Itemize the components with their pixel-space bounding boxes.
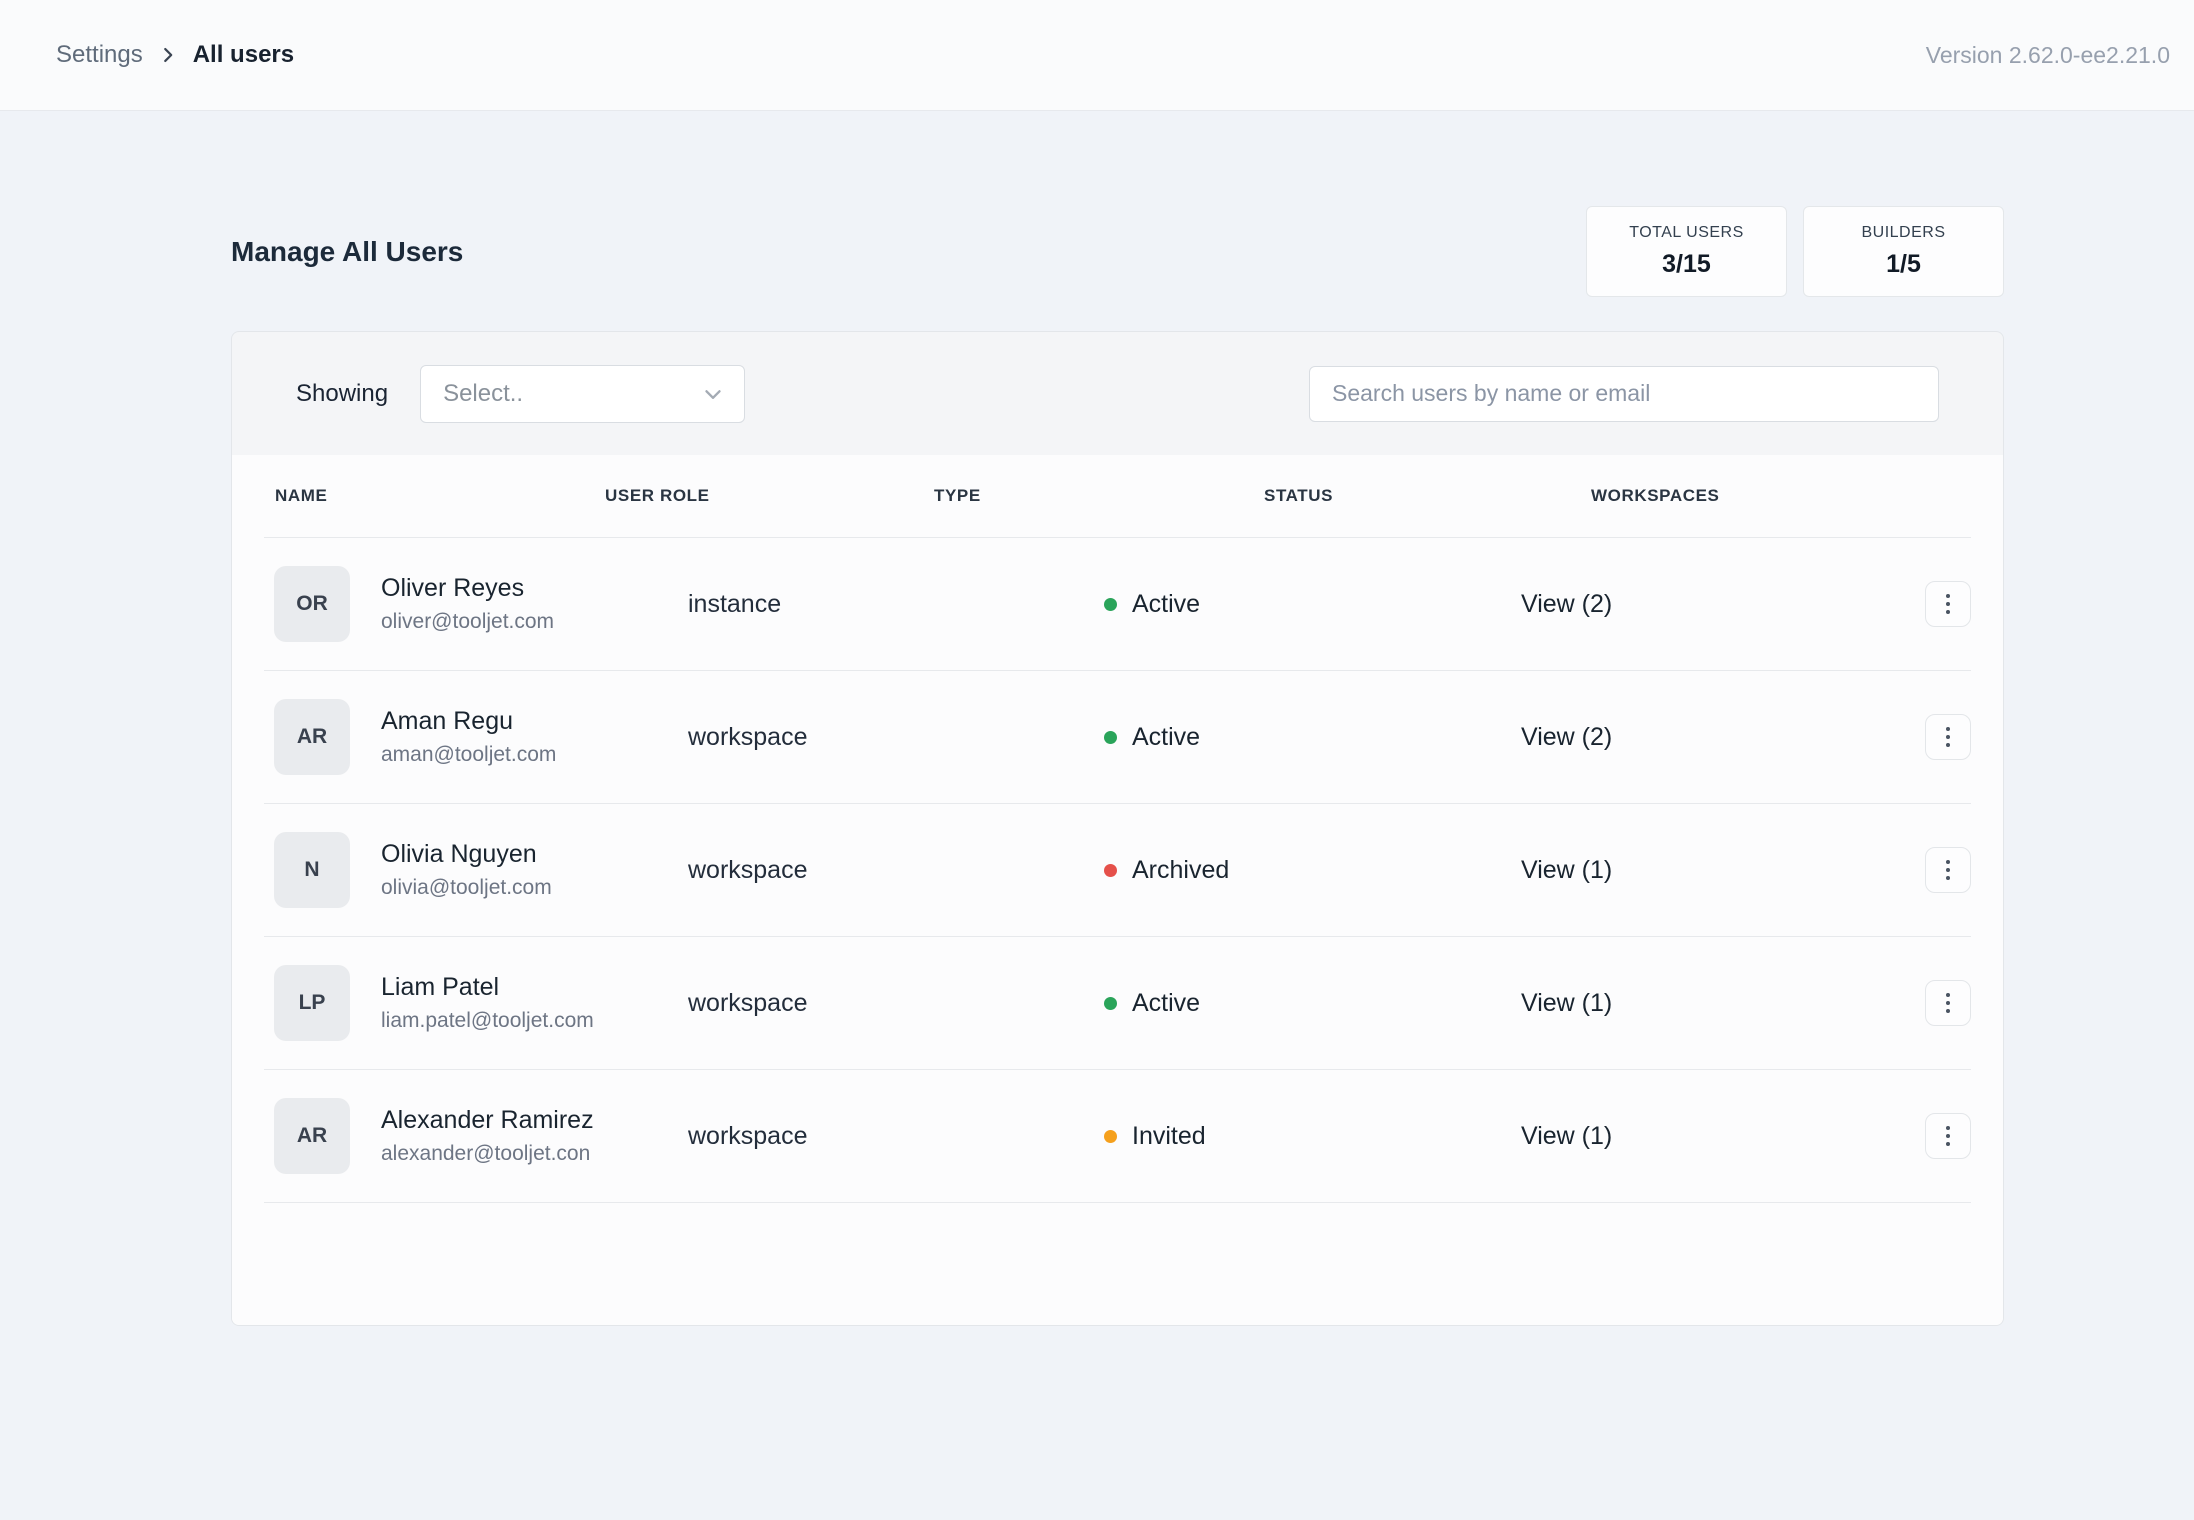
user-name: Aman Regu: [381, 707, 556, 736]
search-input[interactable]: [1309, 366, 1939, 422]
user-role-cell: workspace: [688, 1122, 1104, 1151]
name-block: Oliver Reyes oliver@tooljet.com: [381, 574, 554, 634]
name-block: Olivia Nguyen olivia@tooljet.com: [381, 840, 552, 900]
user-rows: OR Oliver Reyes oliver@tooljet.com insta…: [264, 538, 1971, 1203]
actions-cell: [1925, 581, 1971, 627]
column-header-status: STATUS: [1264, 486, 1333, 506]
showing-label: Showing: [296, 380, 388, 408]
status-badge: Active: [1132, 723, 1200, 752]
user-email: alexander@tooljet.con: [381, 1142, 594, 1166]
status-dot-icon: [1104, 997, 1117, 1010]
status-cell: Invited: [1104, 1122, 1521, 1151]
avatar: OR: [274, 566, 350, 642]
version-label: Version 2.62.0-ee2.21.0: [1926, 42, 2170, 69]
workspaces-view-link[interactable]: View (1): [1521, 989, 1925, 1018]
status-badge: Invited: [1132, 1122, 1206, 1151]
user-role-cell: instance: [688, 590, 1104, 619]
column-header-type: TYPE: [934, 486, 981, 506]
user-name: Liam Patel: [381, 973, 594, 1002]
status-badge: Active: [1132, 989, 1200, 1018]
table-row: AR Alexander Ramirez alexander@tooljet.c…: [264, 1070, 1971, 1203]
breadcrumb: Settings All users: [56, 41, 294, 69]
breadcrumb-current: All users: [193, 41, 294, 69]
user-name: Oliver Reyes: [381, 574, 554, 603]
status-cell: Archived: [1104, 856, 1521, 885]
builders-label: BUILDERS: [1861, 224, 1945, 242]
kebab-menu-button[interactable]: [1925, 1113, 1971, 1159]
builders-card: BUILDERS 1/5: [1803, 206, 2004, 297]
kebab-menu-button[interactable]: [1925, 581, 1971, 627]
column-header-user-role: USER ROLE: [605, 486, 710, 506]
total-users-card: TOTAL USERS 3/15: [1586, 206, 1787, 297]
total-users-label: TOTAL USERS: [1629, 224, 1744, 242]
workspaces-view-link[interactable]: View (2): [1521, 723, 1925, 752]
user-name-cell: LP Liam Patel liam.patel@tooljet.com: [264, 965, 688, 1041]
table-row: N Olivia Nguyen olivia@tooljet.com works…: [264, 804, 1971, 937]
column-header-name: NAME: [275, 486, 327, 506]
user-name-cell: N Olivia Nguyen olivia@tooljet.com: [264, 832, 688, 908]
table-row: AR Aman Regu aman@tooljet.com workspace …: [264, 671, 1971, 804]
status-dot-icon: [1104, 864, 1117, 877]
user-email: olivia@tooljet.com: [381, 876, 552, 900]
page-title: Manage All Users: [231, 236, 463, 268]
user-email: liam.patel@tooljet.com: [381, 1009, 594, 1033]
status-badge: Archived: [1132, 856, 1229, 885]
table-row: LP Liam Patel liam.patel@tooljet.com wor…: [264, 937, 1971, 1070]
user-name: Alexander Ramirez: [381, 1106, 594, 1135]
status-cell: Active: [1104, 590, 1521, 619]
filter-row: Showing Select..: [232, 332, 2003, 455]
workspaces-view-link[interactable]: View (1): [1521, 1122, 1925, 1151]
user-role-cell: workspace: [688, 856, 1104, 885]
actions-cell: [1925, 980, 1971, 1026]
user-role-cell: workspace: [688, 723, 1104, 752]
kebab-menu-button[interactable]: [1925, 847, 1971, 893]
actions-cell: [1925, 1113, 1971, 1159]
column-header-workspaces: WORKSPACES: [1591, 486, 1719, 506]
actions-cell: [1925, 847, 1971, 893]
avatar: AR: [274, 1098, 350, 1174]
builders-value: 1/5: [1886, 250, 1921, 279]
avatar: LP: [274, 965, 350, 1041]
kebab-menu-button[interactable]: [1925, 980, 1971, 1026]
users-panel: Showing Select.. NAME USER ROLE TYPE STA…: [231, 331, 2004, 1326]
topbar: Settings All users Version 2.62.0-ee2.21…: [0, 0, 2194, 111]
name-block: Aman Regu aman@tooljet.com: [381, 707, 556, 767]
chevron-down-icon: [700, 381, 726, 407]
workspaces-view-link[interactable]: View (2): [1521, 590, 1925, 619]
status-cell: Active: [1104, 989, 1521, 1018]
kebab-menu-button[interactable]: [1925, 714, 1971, 760]
avatar: AR: [274, 699, 350, 775]
user-email: aman@tooljet.com: [381, 743, 556, 767]
user-name-cell: AR Aman Regu aman@tooljet.com: [264, 699, 688, 775]
status-filter-select[interactable]: Select..: [420, 365, 745, 423]
stat-cards: TOTAL USERS 3/15 BUILDERS 1/5: [1586, 206, 2004, 297]
name-block: Liam Patel liam.patel@tooljet.com: [381, 973, 594, 1033]
avatar: N: [274, 832, 350, 908]
status-dot-icon: [1104, 1130, 1117, 1143]
status-dot-icon: [1104, 731, 1117, 744]
chevron-right-icon: [157, 44, 179, 66]
status-badge: Active: [1132, 590, 1200, 619]
user-email: oliver@tooljet.com: [381, 610, 554, 634]
table-row: OR Oliver Reyes oliver@tooljet.com insta…: [264, 538, 1971, 671]
users-table: NAME USER ROLE TYPE STATUS WORKSPACES OR…: [232, 455, 2003, 1325]
breadcrumb-settings[interactable]: Settings: [56, 41, 143, 69]
total-users-value: 3/15: [1662, 250, 1711, 279]
title-row: Manage All Users TOTAL USERS 3/15 BUILDE…: [231, 206, 2004, 297]
workspaces-view-link[interactable]: View (1): [1521, 856, 1925, 885]
user-name: Olivia Nguyen: [381, 840, 552, 869]
user-name-cell: OR Oliver Reyes oliver@tooljet.com: [264, 566, 688, 642]
actions-cell: [1925, 714, 1971, 760]
status-dot-icon: [1104, 598, 1117, 611]
user-role-cell: workspace: [688, 989, 1104, 1018]
table-header: NAME USER ROLE TYPE STATUS WORKSPACES: [264, 455, 1971, 538]
main-content: Manage All Users TOTAL USERS 3/15 BUILDE…: [0, 206, 2194, 1326]
name-block: Alexander Ramirez alexander@tooljet.con: [381, 1106, 594, 1166]
status-filter-value: Select..: [443, 380, 523, 408]
status-cell: Active: [1104, 723, 1521, 752]
user-name-cell: AR Alexander Ramirez alexander@tooljet.c…: [264, 1098, 688, 1174]
